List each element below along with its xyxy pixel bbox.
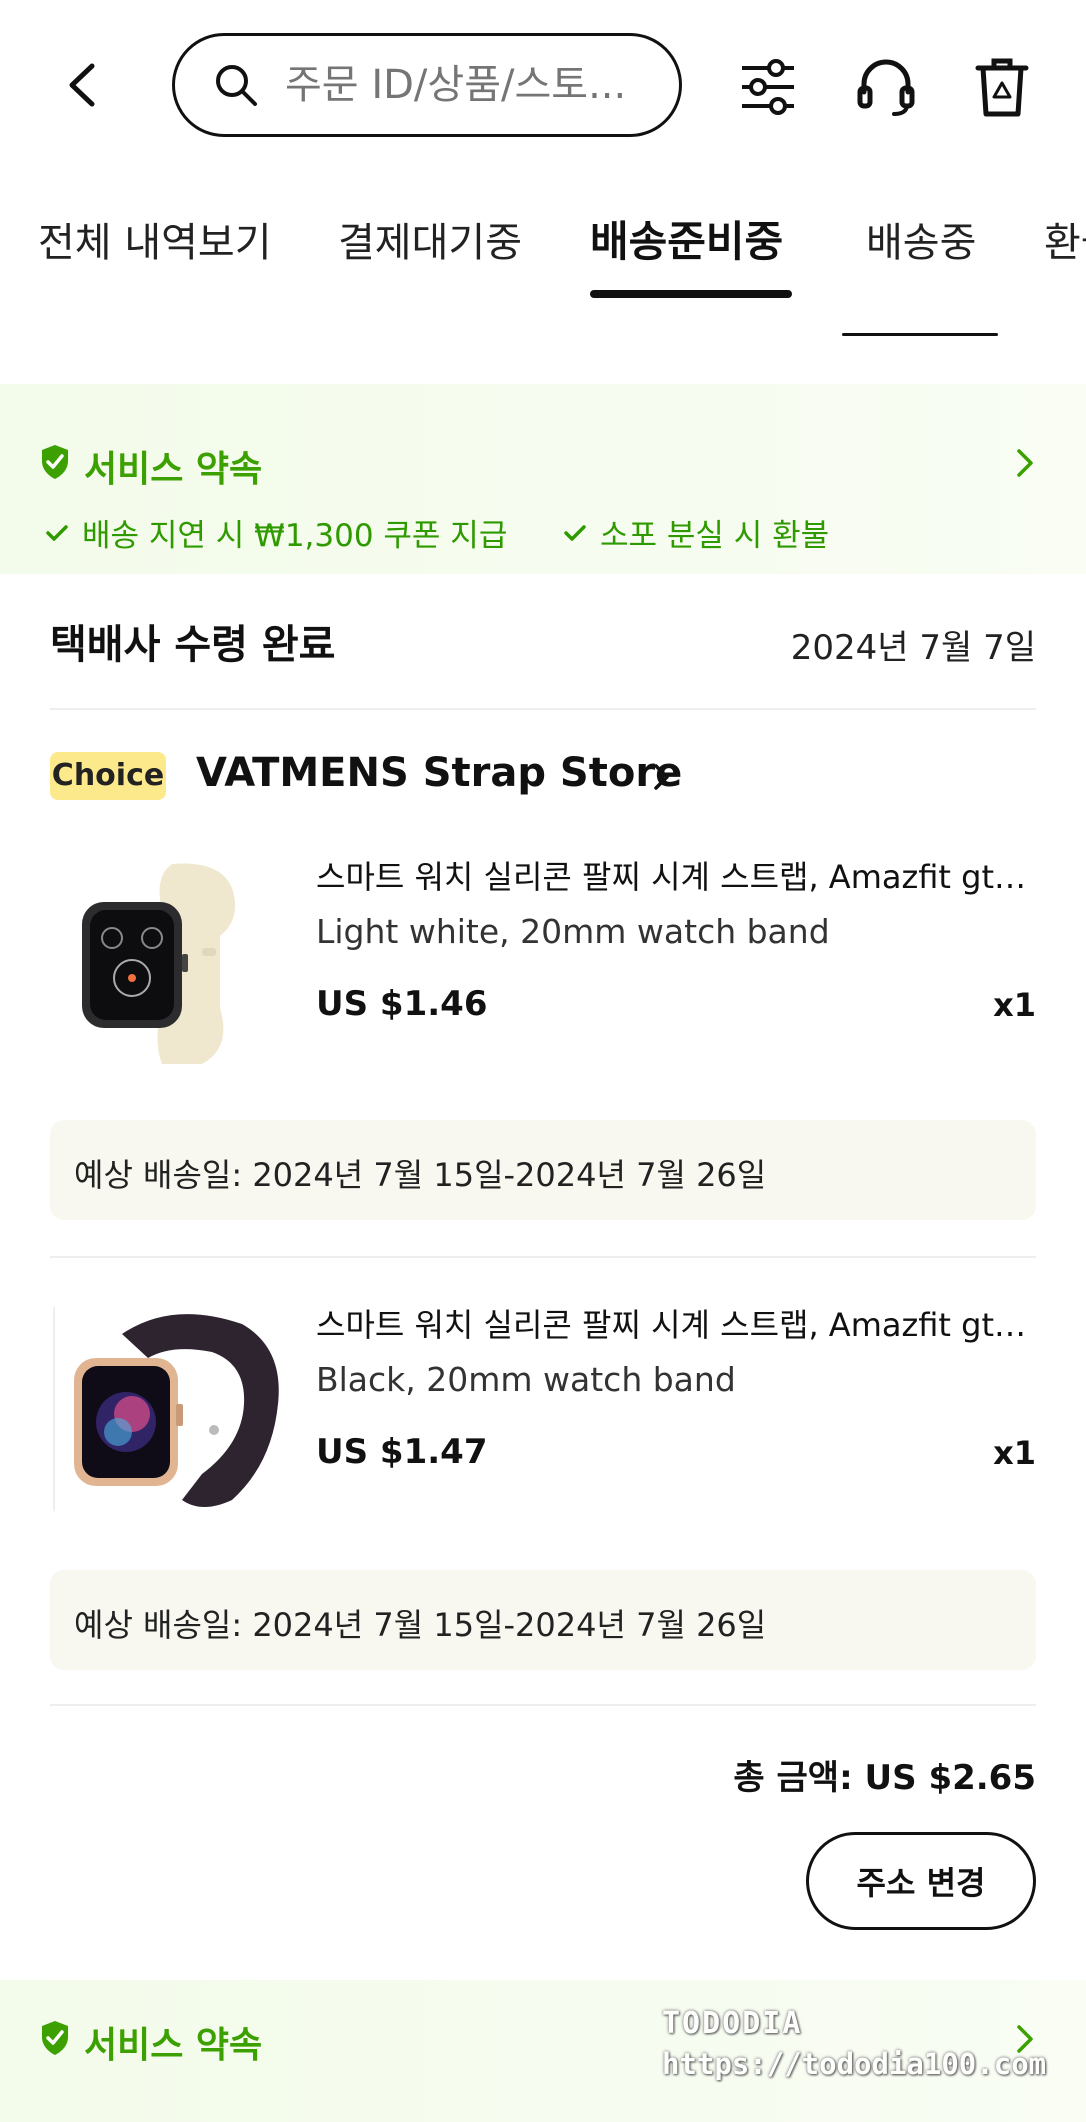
promise-item-label: 배송 지연 시 ₩1,300 쿠폰 지급	[82, 518, 508, 554]
check-icon	[46, 524, 68, 541]
tab-awaiting-payment[interactable]: 결제대기중	[338, 210, 522, 268]
search-icon	[216, 65, 257, 106]
check-icon	[564, 524, 586, 541]
divider	[50, 708, 1036, 710]
tab-in-transit[interactable]: 배송중	[866, 210, 976, 268]
divider	[50, 1256, 1036, 1258]
product-name[interactable]: 스마트 워치 실리콘 팔찌 시계 스트랩, Amazfit gts 4	[316, 852, 1036, 898]
watermark-url: https://tododia100.com	[662, 2047, 1047, 2081]
promise-item-lost-refund: 소포 분실 시 환불	[564, 510, 829, 555]
estimated-delivery-text: 예상 배송일: 2024년 7월 15일-2024년 7월 26일	[74, 1606, 767, 1644]
product-price: US $1.47	[316, 1432, 488, 1472]
shield-check-icon	[42, 445, 68, 479]
tab-all-history[interactable]: 전체 내역보기	[38, 210, 272, 268]
product-quantity: x1	[993, 1434, 1036, 1472]
order-date: 2024년 7월 7일	[790, 628, 1036, 668]
product-price: US $1.46	[316, 984, 488, 1024]
divider	[50, 1704, 1036, 1706]
estimated-delivery-box: 예상 배송일: 2024년 7월 15일-2024년 7월 26일	[50, 1570, 1036, 1670]
tab-refund[interactable]: 환불	[1044, 210, 1086, 268]
choice-badge: Choice	[50, 752, 166, 800]
chevron-right-icon[interactable]	[652, 762, 672, 792]
trash-icon[interactable]	[972, 56, 1032, 118]
order-total: 총 금액: US $2.65	[733, 1758, 1036, 1798]
product-image-black-watch[interactable]	[52, 1304, 290, 1514]
service-promise-title: 서비스 약속	[84, 449, 263, 490]
estimated-delivery-text: 예상 배송일: 2024년 7월 15일-2024년 7월 26일	[74, 1156, 767, 1194]
back-arrow-icon[interactable]	[60, 60, 110, 110]
active-tab-indicator	[590, 290, 792, 298]
change-address-button[interactable]: 주소 변경	[806, 1832, 1036, 1930]
product-variant: Light white, 20mm watch band	[316, 912, 830, 951]
service-promise-banner[interactable]: 서비스 약속 배송 지연 시 ₩1,300 쿠폰 지급 소포 분실 시 환불	[0, 384, 1086, 574]
headset-support-icon[interactable]	[856, 56, 916, 118]
promise-item-label: 소포 분실 시 환불	[600, 518, 830, 554]
product-name[interactable]: 스마트 워치 실리콘 팔찌 시계 스트랩, Amazfit gts 3	[316, 1300, 1036, 1346]
service-promise-title: 서비스 약속	[84, 2025, 263, 2066]
tab-preparing-shipment[interactable]: 배송준비중	[590, 208, 783, 269]
product-image-light-white-watch[interactable]	[52, 858, 290, 1068]
filter-sliders-icon[interactable]	[738, 56, 798, 118]
search-field[interactable]	[283, 61, 667, 109]
product-quantity: x1	[993, 986, 1036, 1024]
order-status: 택배사 수령 완료	[50, 622, 336, 668]
shield-check-icon	[42, 2021, 68, 2055]
store-name-link[interactable]: VATMENS Strap Store	[196, 750, 682, 796]
product-variant: Black, 20mm watch band	[316, 1360, 736, 1399]
watermark-title: TODODIA	[662, 2006, 803, 2041]
promise-item-delay-coupon: 배송 지연 시 ₩1,300 쿠폰 지급	[46, 510, 507, 555]
chevron-right-icon[interactable]	[1012, 446, 1038, 480]
estimated-delivery-box: 예상 배송일: 2024년 7월 15일-2024년 7월 26일	[50, 1120, 1036, 1220]
search-input[interactable]	[172, 33, 682, 137]
tab-indicator-trail	[842, 333, 998, 336]
watermark: TODODIA https://tododia100.com	[662, 2006, 1046, 2081]
